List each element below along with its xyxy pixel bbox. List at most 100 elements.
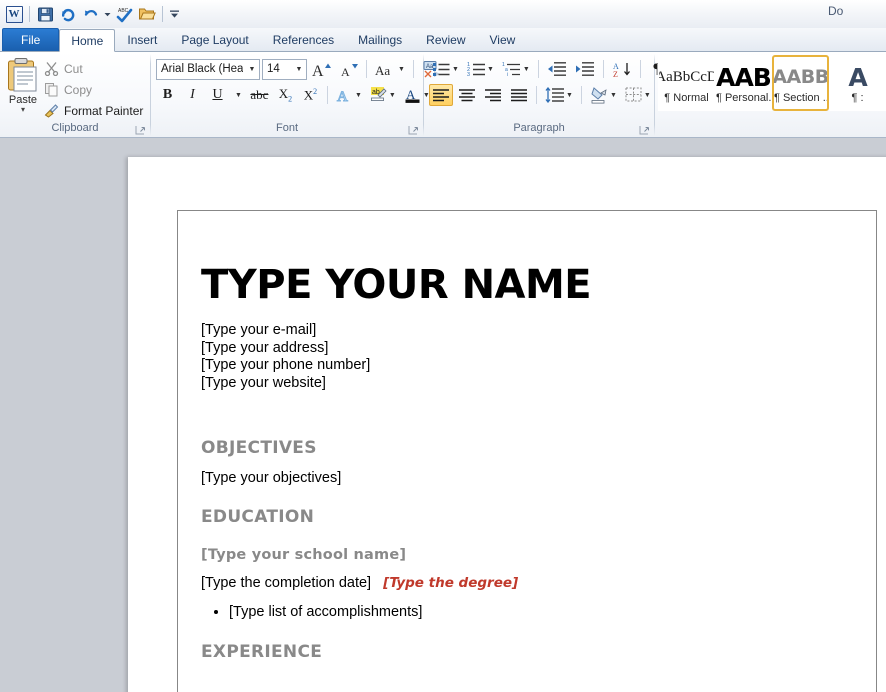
tab-insert[interactable]: Insert [115,28,169,51]
underline-button[interactable]: U [206,84,229,106]
subscript-label: X2 [279,86,292,104]
align-left-icon [432,88,450,103]
tab-home[interactable]: Home [59,29,115,52]
shrink-font-button[interactable]: A [336,58,361,80]
subscript-button[interactable]: X2 [274,84,297,106]
svg-text:Z: Z [613,70,618,78]
style-item-section[interactable]: AABB ¶ Section ... [772,55,829,111]
shading-button[interactable]: ▼ [587,84,620,106]
italic-label: I [190,87,195,103]
bullets-button[interactable]: ▼ [429,58,462,80]
numbering-button[interactable]: 123 ▼ [464,58,497,80]
highlight-dropdown-icon[interactable]: ▼ [389,92,396,99]
save-icon[interactable] [34,3,56,25]
justify-button[interactable] [507,84,531,106]
styles-gallery: AaBbCcD ¶ Normal AAB ¶ Personal... AABB … [658,55,886,111]
copy-label: Copy [64,83,92,97]
spacer-3 [201,487,801,507]
document-title: Do [828,4,886,18]
document-body[interactable]: TYPE YOUR NAME [Type your e-mail] [Type … [201,262,801,662]
font-size-combo[interactable]: 14 ▼ [262,59,307,80]
contact-website: [Type your website] [201,375,801,393]
paste-button[interactable]: Paste ▾ [6,55,40,113]
decrease-indent-button[interactable] [544,58,570,80]
paste-dropdown-icon[interactable]: ▾ [21,107,25,113]
numbering-dropdown-icon[interactable]: ▼ [487,66,494,73]
align-left-button[interactable] [429,84,453,106]
cut-button[interactable]: Cut [40,58,147,79]
ribbon-group-clipboard: Paste ▾ Cut [0,52,150,138]
tab-mailings[interactable]: Mailings [346,28,414,51]
line-spacing-button[interactable]: ▼ [542,84,576,106]
text-effects-button[interactable]: A ▼ [333,84,365,106]
style-item-normal[interactable]: AaBbCcD ¶ Normal [658,55,715,111]
education-date-degree-line: [Type the completion date] [Type the deg… [201,574,801,592]
open-icon[interactable] [136,3,158,25]
tab-page-layout[interactable]: Page Layout [169,28,260,51]
undo-icon[interactable] [80,3,102,25]
multilevel-list-button[interactable]: 1ai ▼ [499,58,533,80]
increase-indent-button[interactable] [572,58,598,80]
style-item-personal[interactable]: AAB ¶ Personal... [715,55,772,111]
font-dialog-launcher-icon[interactable] [408,125,419,136]
underline-dropdown-icon[interactable]: ▼ [231,84,245,106]
education-heading: EDUCATION [201,507,801,527]
tab-review[interactable]: Review [414,28,477,51]
paragraph-dialog-launcher-icon[interactable] [639,125,650,136]
strikethrough-button[interactable]: abc [247,84,272,106]
bullets-dropdown-icon[interactable]: ▼ [452,66,459,73]
school-name: [Type your school name] [201,547,801,563]
font-name-dropdown-icon[interactable]: ▼ [245,60,259,79]
align-center-button[interactable] [455,84,479,106]
sort-button[interactable]: A Z [609,58,635,80]
text-effects-dropdown-icon[interactable]: ▼ [355,92,362,99]
document-canvas[interactable]: TYPE YOUR NAME [Type your e-mail] [Type … [0,138,886,692]
numbered-list-icon: 123 [467,61,486,77]
change-case-button[interactable]: Aa ▼ [372,58,408,80]
tab-view[interactable]: View [478,28,528,51]
line-spacing-dropdown-icon[interactable]: ▼ [566,92,573,99]
spelling-icon[interactable]: ABC [113,3,135,25]
word-app-logo[interactable]: W [3,3,25,25]
undo-dropdown-icon[interactable] [103,3,112,25]
spacer-4 [201,527,801,547]
change-case-icon: Aa [375,61,397,78]
format-painter-button[interactable]: Format Painter [40,100,147,121]
font-name-combo[interactable]: Arial Black (Hea ▼ [156,59,260,80]
svg-text:A: A [341,65,350,79]
align-right-button[interactable] [481,84,505,106]
style-name-normal: ¶ Normal [659,92,714,104]
grow-font-button[interactable]: A [309,58,334,80]
tab-references[interactable]: References [261,28,346,51]
superscript-button[interactable]: X2 [299,84,322,106]
spacer-2 [201,458,801,469]
tab-file[interactable]: File [2,28,59,51]
multilevel-dropdown-icon[interactable]: ▼ [523,66,530,73]
svg-text:i: i [507,72,508,77]
copy-button[interactable]: Copy [40,79,147,100]
change-case-dropdown-icon[interactable]: ▼ [398,66,405,73]
shading-dropdown-icon[interactable]: ▼ [610,92,617,99]
experience-heading: EXPERIENCE [201,642,801,662]
text-highlight-button[interactable]: ab ▼ [367,84,399,106]
font-size-dropdown-icon[interactable]: ▼ [292,60,306,79]
shading-icon [590,86,609,104]
svg-text:A: A [312,63,324,79]
redo-icon[interactable] [57,3,79,25]
borders-button[interactable]: ▼ [622,84,654,106]
style-name-section: ¶ Section ... [774,92,827,104]
ribbon-tabs: File Home Insert Page Layout References … [0,28,886,52]
superscript-label: X2 [304,87,317,103]
italic-button[interactable]: I [181,84,204,106]
bold-button[interactable]: B [156,84,179,106]
customize-qat-icon[interactable] [167,3,181,25]
clipboard-dialog-launcher-icon[interactable] [135,125,146,136]
spacer-1 [201,392,801,438]
svg-text:3: 3 [467,72,470,77]
spacer-6 [201,592,801,603]
borders-dropdown-icon[interactable]: ▼ [644,92,651,99]
document-page[interactable]: TYPE YOUR NAME [Type your e-mail] [Type … [128,157,886,692]
font-separator-2 [413,60,414,78]
style-item-partial[interactable]: A ¶ : [829,55,886,111]
title-bar: W [0,0,886,28]
